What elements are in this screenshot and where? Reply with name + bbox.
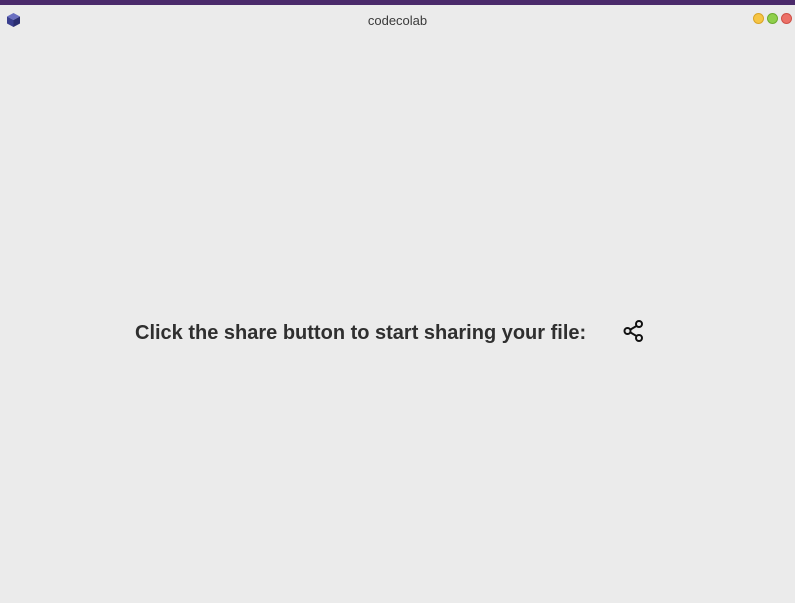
title-bar[interactable]: codecolab [0,5,795,35]
close-button[interactable] [781,13,792,24]
share-icon [623,319,645,348]
maximize-button[interactable] [767,13,778,24]
app-window: codecolab Click the share button to star… [0,0,795,603]
window-controls [753,13,792,24]
window-title: codecolab [367,13,428,28]
share-prompt-text: Click the share button to start sharing … [135,321,587,344]
share-button[interactable] [622,319,646,348]
share-prompt-row: Click the share button to start sharing … [135,319,646,348]
minimize-button[interactable] [753,13,764,24]
main-content: Click the share button to start sharing … [0,35,795,603]
